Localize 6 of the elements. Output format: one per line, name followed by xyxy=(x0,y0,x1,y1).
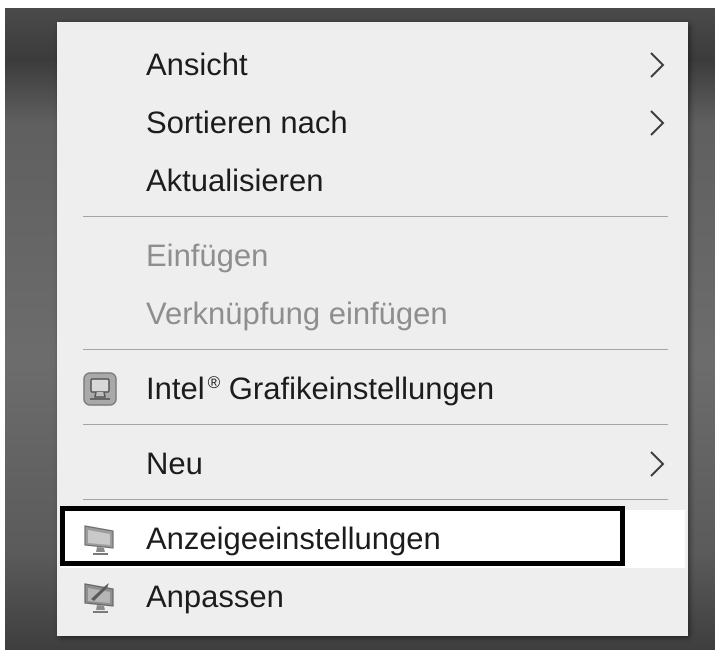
menu-item[interactable]: Anpassen xyxy=(60,568,685,626)
menu-item[interactable]: Aktualisieren xyxy=(60,152,685,210)
menu-item[interactable]: Intel$^{®}$ Grafikeinstellungen xyxy=(60,360,685,418)
menu-item[interactable]: Sortieren nach xyxy=(60,94,685,152)
menu-item[interactable]: Neu xyxy=(60,435,685,493)
menu-item[interactable]: Ansicht xyxy=(60,36,685,94)
